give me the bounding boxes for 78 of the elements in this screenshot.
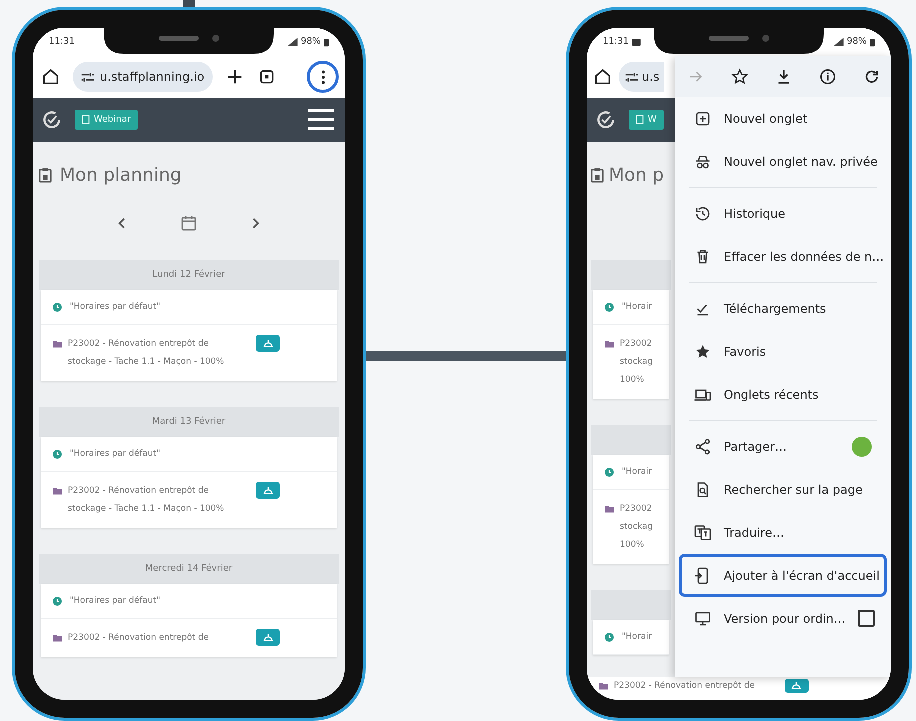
task-badge[interactable]	[256, 629, 280, 646]
day-label: Lundi 12 Février	[152, 270, 226, 280]
clipboard-icon	[591, 168, 604, 182]
checkbox[interactable]	[858, 610, 875, 627]
menu-item[interactable]: Onglets récents	[679, 373, 887, 416]
menu-item[interactable]: Ajouter à l'écran d'accueil	[679, 554, 887, 597]
task-badge[interactable]	[256, 482, 280, 499]
logo-icon[interactable]	[41, 109, 63, 131]
signal-icon	[834, 38, 844, 46]
task-text[interactable]: P23002 - Rénovation entrepôt de stockage - Tache 1.1 - Maçon - 100%	[68, 482, 236, 518]
app-icon	[852, 436, 872, 456]
menu-item[interactable]: Version pour ordin…	[679, 597, 887, 640]
clipboard-icon	[39, 168, 52, 182]
folder-icon	[53, 634, 62, 642]
new-tab-icon	[694, 110, 712, 128]
task-badge[interactable]	[784, 679, 809, 693]
image-icon	[632, 38, 641, 46]
menu-icon[interactable]	[307, 109, 335, 131]
schedule-text: "Horaires par défaut"	[70, 302, 160, 312]
monitor-icon	[694, 610, 712, 628]
schedule-text: "Horair	[622, 302, 652, 312]
logo-icon[interactable]	[595, 109, 617, 131]
schedule-text: "Horair	[622, 632, 652, 642]
address-bar[interactable]: u.s	[619, 62, 664, 92]
battery-icon	[870, 38, 875, 46]
home-icon[interactable]	[593, 67, 613, 87]
task-text[interactable]: P23002 stockag 100%	[620, 500, 654, 554]
clock-icon	[605, 468, 614, 476]
clock-icon	[53, 302, 62, 312]
menu-button[interactable]	[307, 61, 339, 93]
chevron-right-icon[interactable]	[251, 216, 260, 230]
clock-icon	[605, 302, 614, 312]
menu-item[interactable]: Partager…	[679, 425, 887, 468]
page-title: Mon planning	[60, 164, 182, 186]
page-title: Mon p	[609, 164, 664, 186]
day-label: Mercredi 14 Février	[145, 564, 233, 574]
folder-icon	[605, 505, 614, 513]
battery-level: 98%	[846, 37, 867, 47]
status-time: 11:31	[603, 37, 629, 47]
schedule-text: "Horaires par défaut"	[70, 596, 160, 606]
task-text[interactable]: P23002 - Rénovation entrepôt de stockage - Tache 1.1 - Maçon - 100%	[68, 335, 236, 371]
status-time: 11:31	[49, 37, 75, 47]
menu-item[interactable]: Favoris	[679, 330, 887, 373]
menu-item[interactable]: Historique	[679, 192, 887, 235]
folder-icon	[53, 487, 62, 495]
signal-icon	[288, 38, 298, 46]
battery-icon	[324, 38, 329, 46]
folder-icon	[599, 682, 608, 690]
menu-item[interactable]: Traduire…	[679, 511, 887, 554]
info-icon[interactable]	[819, 68, 837, 86]
task-badge[interactable]	[256, 335, 280, 352]
schedule-text: "Horaires par défaut"	[70, 449, 160, 459]
history-icon	[694, 204, 712, 222]
battery-level: 98%	[300, 37, 321, 47]
more-vert-icon	[320, 70, 326, 84]
folder-icon	[53, 340, 62, 348]
calendar-icon	[82, 115, 90, 125]
menu-item[interactable]: Nouvel onglet	[679, 97, 887, 140]
clock-icon	[53, 450, 62, 458]
menu-item[interactable]: Téléchargements	[679, 287, 887, 330]
home-icon[interactable]	[41, 67, 61, 87]
clock-icon	[53, 596, 62, 606]
schedule-text: "Horair	[622, 467, 652, 477]
calendar-icon	[636, 115, 644, 125]
day-label: Mardi 13 Février	[152, 417, 226, 427]
menu-item[interactable]: Nouvel onglet nav. privée	[679, 140, 887, 183]
star-outline-icon[interactable]	[731, 68, 749, 86]
folder-icon	[605, 340, 614, 348]
translate-icon	[694, 524, 712, 542]
share-icon	[694, 438, 712, 456]
clock-icon	[605, 632, 614, 642]
task-text[interactable]: P23002 stockag 100%	[620, 335, 654, 389]
address-bar[interactable]: u.staffplanning.io	[73, 62, 213, 92]
menu-item[interactable]: Effacer les données de n…	[679, 235, 887, 278]
chevron-left-icon[interactable]	[118, 216, 127, 230]
menu-item[interactable]: Rechercher sur la page	[679, 468, 887, 511]
calendar-icon[interactable]	[181, 215, 197, 231]
task-text[interactable]: P23002 - Rénovation entrepôt de	[68, 629, 236, 647]
